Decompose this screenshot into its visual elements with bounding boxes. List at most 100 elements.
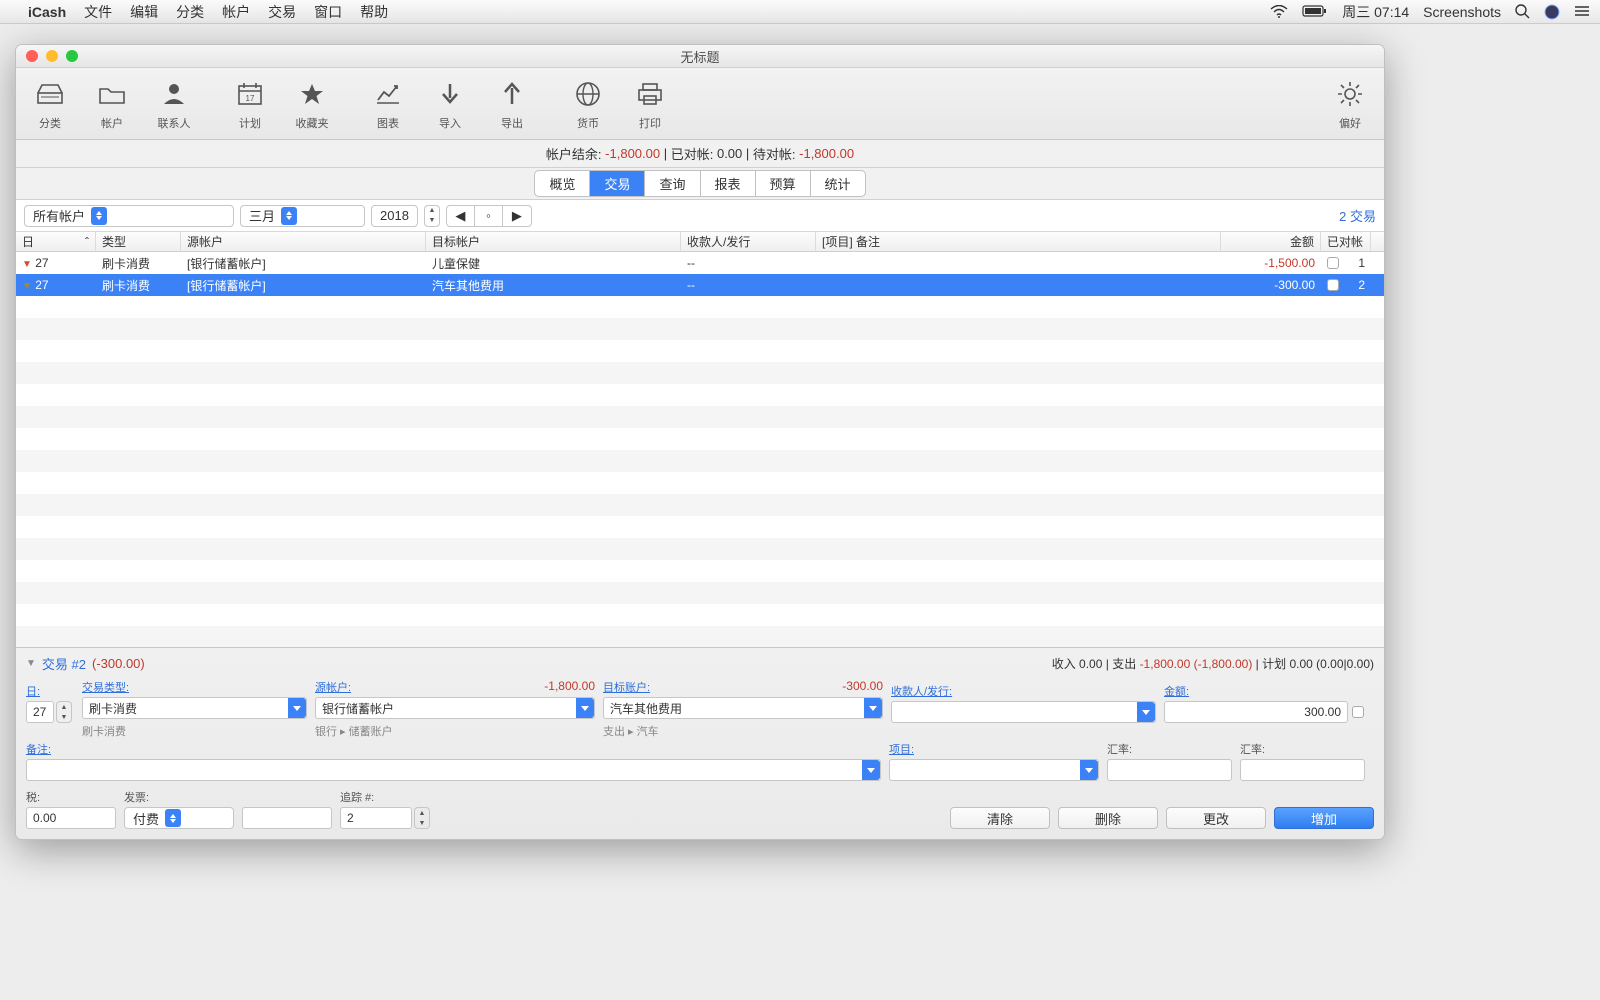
menu-transaction[interactable]: 交易 [268,2,296,22]
dst-account-select[interactable]: 汽车其他费用 [603,697,883,719]
track-field[interactable]: 2 [340,807,412,829]
reconcile-checkbox[interactable] [1327,257,1339,269]
toolbar-schedule[interactable]: 17计划 [226,77,274,131]
label-src[interactable]: 源帐户: [315,679,351,695]
window-minimize-button[interactable] [46,50,58,62]
today-button[interactable]: ◦ [475,206,503,226]
window-titlebar[interactable]: 无标题 [16,45,1384,68]
amount-field[interactable]: 300.00 [1164,701,1348,723]
menu-window[interactable]: 窗口 [314,2,342,22]
invoice-select[interactable]: 付费 [124,807,234,829]
transaction-table[interactable]: ▼ 27 刷卡消费 [银行储蓄帐户] 儿童保健 -- -1,500.00 1 ▼… [16,252,1384,647]
battery-icon[interactable] [1302,5,1328,18]
detail-amount: (-300.00) [92,656,145,671]
invoice-number-field[interactable] [242,807,332,829]
rate1-field[interactable] [1107,759,1232,781]
col-proj[interactable]: [项目] 备注 [816,232,1221,251]
folder-icon [98,77,126,111]
toolbar-currency[interactable]: 货币 [564,77,612,131]
year-field[interactable]: 2018 [371,205,418,227]
tab-stats[interactable]: 统计 [811,171,865,196]
detail-title: 交易 #2 [42,654,86,673]
toolbar-accounts[interactable]: 帐户 [88,77,136,131]
menu-help[interactable]: 帮助 [360,2,388,22]
payee-select[interactable] [891,701,1156,723]
tab-query[interactable]: 查询 [645,171,700,196]
toolbar-preferences[interactable]: 偏好 [1326,77,1374,131]
arrow-up-icon [501,77,523,111]
modify-button[interactable]: 更改 [1166,807,1266,829]
src-account-select[interactable]: 银行储蓄帐户 [315,697,595,719]
label-day[interactable]: 日: [26,683,74,699]
hint-dst: 支出 ▸ 汽车 [603,723,883,739]
tab-budget[interactable]: 预算 [756,171,811,196]
col-amt[interactable]: 金额 [1221,232,1321,251]
view-tabs: 概览 交易 查询 报表 预算 统计 [534,170,865,197]
label-payee[interactable]: 收款人/发行: [891,683,1156,699]
window-zoom-button[interactable] [66,50,78,62]
label-memo[interactable]: 备注: [26,741,881,757]
reconcile-checkbox[interactable] [1327,279,1339,291]
label-dst[interactable]: 目标账户: [603,679,650,695]
tab-transactions[interactable]: 交易 [590,171,645,196]
notification-center-icon[interactable] [1574,5,1590,18]
toolbar-categories[interactable]: 分类 [26,77,74,131]
rate2-field[interactable] [1240,759,1365,781]
add-button[interactable]: 增加 [1274,807,1374,829]
toolbar-export[interactable]: 导出 [488,77,536,131]
label-amount[interactable]: 金额: [1164,683,1364,699]
menubar-app-right[interactable]: Screenshots [1423,4,1501,20]
col-type[interactable]: 类型 [96,232,181,251]
toolbar-print[interactable]: 打印 [626,77,674,131]
menubar-clock[interactable]: 周三 07:14 [1342,2,1409,22]
delete-button[interactable]: 删除 [1058,807,1158,829]
siri-icon[interactable] [1544,4,1560,20]
table-row[interactable]: ▼ 27 刷卡消费 [银行储蓄帐户] 儿童保健 -- -1,500.00 1 [16,252,1384,274]
clear-button[interactable]: 清除 [950,807,1050,829]
label-project[interactable]: 项目: [889,741,1099,757]
year-stepper[interactable]: ▲▼ [424,205,440,227]
col-payee[interactable]: 收款人/发行 [681,232,816,251]
chevron-down-icon [1137,702,1155,722]
toolbar-favorites[interactable]: 收藏夹 [288,77,336,131]
window-close-button[interactable] [26,50,38,62]
menu-account[interactable]: 帐户 [222,2,250,22]
month-select[interactable]: 三月 [240,205,365,227]
disclosure-triangle-icon[interactable]: ▼ [26,658,36,669]
col-src[interactable]: 源帐户 [181,232,426,251]
label-type[interactable]: 交易类型: [82,679,307,695]
prev-period-button[interactable]: ◀ [447,206,475,226]
hint-type: 刷卡消费 [82,723,307,739]
day-field[interactable]: 27 [26,701,54,723]
dst-balance: -300.00 [842,679,883,695]
next-period-button[interactable]: ▶ [503,206,531,226]
track-stepper[interactable]: ▲▼ [414,807,430,829]
wifi-icon[interactable] [1270,5,1288,18]
menu-edit[interactable]: 编辑 [130,2,158,22]
dropdown-arrows-icon [165,809,181,827]
memo-field[interactable] [26,759,881,781]
toolbar-contacts[interactable]: 联系人 [150,77,198,131]
table-row[interactable]: ▼ 27 刷卡消费 [银行储蓄帐户] 汽车其他费用 -- -300.00 2 [16,274,1384,296]
spotlight-icon[interactable] [1515,4,1530,19]
expense-flag-icon: ▼ [22,281,32,292]
account-filter-select[interactable]: 所有帐户 [24,205,234,227]
tab-reports[interactable]: 报表 [701,171,756,196]
chevron-down-icon [864,698,882,718]
tax-field[interactable]: 0.00 [26,807,116,829]
menu-category[interactable]: 分类 [176,2,204,22]
menu-file[interactable]: 文件 [84,2,112,22]
label-tax: 税: [26,789,116,805]
reconciled-label: 已对帐: [671,144,714,163]
col-rec[interactable]: 已对帐 [1321,232,1371,251]
col-dst[interactable]: 目标帐户 [426,232,681,251]
type-select[interactable]: 刷卡消费 [82,697,307,719]
project-select[interactable] [889,759,1099,781]
day-stepper[interactable]: ▲▼ [56,701,72,723]
col-day[interactable]: 日ˆ [16,232,96,251]
tab-overview[interactable]: 概览 [535,171,590,196]
menubar-app[interactable]: iCash [28,4,66,20]
toolbar-import[interactable]: 导入 [426,77,474,131]
amount-checkbox[interactable] [1352,706,1364,718]
toolbar-charts[interactable]: 图表 [364,77,412,131]
